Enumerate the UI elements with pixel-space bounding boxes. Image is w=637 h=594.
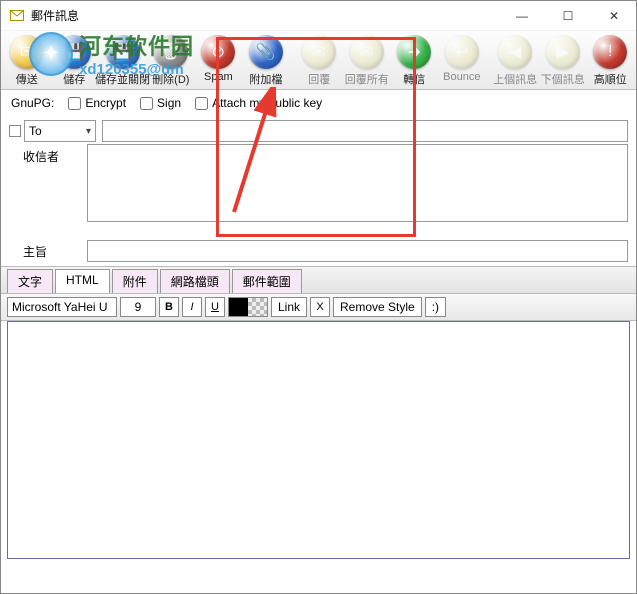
- addr-marker[interactable]: [9, 125, 21, 137]
- color-picker[interactable]: [228, 297, 268, 317]
- attach-icon: 📎: [249, 35, 283, 69]
- bounce-label: Bounce: [443, 71, 480, 83]
- bounce-button: ↩ Bounce: [439, 33, 485, 89]
- reply-label: 回覆: [308, 71, 330, 87]
- priority-button[interactable]: ! 高順位: [587, 33, 633, 89]
- compose-tabs: 文字 HTML 附件 網路檔頭 郵件範圍: [1, 266, 636, 294]
- subject-label: 主旨: [9, 243, 87, 260]
- prev-button: ◀ 上個訊息: [492, 33, 538, 89]
- sign-checkbox[interactable]: Sign: [140, 96, 181, 110]
- title-bar: 郵件訊息 — ☐ ✕: [1, 1, 636, 31]
- tab-attach[interactable]: 附件: [112, 269, 158, 293]
- gnupg-row: GnuPG: Encrypt Sign Attach my public key: [1, 90, 636, 116]
- next-button: ▶ 下個訊息: [540, 33, 586, 89]
- send-button[interactable]: ✉ 傳送: [4, 33, 50, 89]
- main-toolbar: ✉傳送💾儲存💾儲存並關閉🗑刪除(D)⊘Spam📎附加檔✉回覆✉回覆所有➜轉信↩B…: [1, 31, 636, 90]
- link-button[interactable]: Link: [271, 297, 307, 317]
- spam-button[interactable]: ⊘ Spam: [196, 33, 242, 89]
- saveclose-icon: 💾: [106, 35, 140, 69]
- next-label: 下個訊息: [541, 71, 585, 87]
- clear-link-button[interactable]: X: [310, 297, 330, 317]
- forward-label: 轉信: [403, 71, 425, 87]
- saveclose-button[interactable]: 💾儲存並關閉: [99, 33, 146, 89]
- font-selector[interactable]: Microsoft YaHei U: [7, 297, 117, 317]
- save-button[interactable]: 💾 儲存: [52, 33, 98, 89]
- replyall-label: 回覆所有: [345, 71, 389, 87]
- replyall-icon: ✉: [350, 35, 384, 69]
- mail-icon: [9, 8, 25, 24]
- saveclose-label: 儲存並關閉: [95, 71, 150, 87]
- tab-text[interactable]: 文字: [7, 269, 53, 293]
- close-button[interactable]: ✕: [600, 9, 628, 23]
- bounce-icon: ↩: [445, 35, 479, 69]
- delete-button[interactable]: 🗑 刪除(D): [148, 33, 194, 89]
- subject-input[interactable]: [87, 240, 628, 262]
- spam-icon: ⊘: [201, 35, 235, 69]
- tab-headers[interactable]: 網路檔頭: [160, 269, 230, 293]
- attach-label: 附加檔: [249, 71, 282, 87]
- save-icon: 💾: [57, 35, 91, 69]
- send-icon: ✉: [10, 35, 44, 69]
- chevron-down-icon: ▾: [86, 126, 91, 137]
- to-selector[interactable]: To ▾: [24, 120, 96, 142]
- attach-key-checkbox[interactable]: Attach my public key: [195, 96, 322, 110]
- delete-label: 刪除(D): [152, 71, 189, 87]
- html-editor[interactable]: [7, 321, 630, 559]
- save-label: 儲存: [63, 71, 85, 87]
- attach-button[interactable]: 📎 附加檔: [243, 33, 289, 89]
- reply-button: ✉ 回覆: [296, 33, 342, 89]
- prev-icon: ◀: [498, 35, 532, 69]
- recipients-label: 收信者: [9, 144, 87, 165]
- to-input[interactable]: [102, 120, 628, 142]
- underline-button[interactable]: U: [205, 297, 225, 317]
- delete-icon: 🗑: [154, 35, 188, 69]
- prev-label: 上個訊息: [493, 71, 537, 87]
- forward-icon: ➜: [397, 35, 431, 69]
- size-selector[interactable]: 9: [120, 297, 156, 317]
- format-toolbar: Microsoft YaHei U 9 B I U Link X Remove …: [1, 294, 636, 321]
- next-icon: ▶: [546, 35, 580, 69]
- send-label: 傳送: [16, 71, 38, 87]
- tab-template[interactable]: 郵件範圍: [232, 269, 302, 293]
- tab-html[interactable]: HTML: [55, 269, 110, 293]
- gnupg-label: GnuPG:: [11, 96, 54, 110]
- forward-button[interactable]: ➜ 轉信: [392, 33, 438, 89]
- address-area: To ▾ 收信者 主旨: [1, 116, 636, 266]
- replyall-button: ✉ 回覆所有: [344, 33, 390, 89]
- remove-style-button[interactable]: Remove Style: [333, 297, 422, 317]
- italic-button[interactable]: I: [182, 297, 202, 317]
- smiley-button[interactable]: :): [425, 297, 446, 317]
- spam-label: Spam: [204, 71, 233, 83]
- reply-icon: ✉: [302, 35, 336, 69]
- maximize-button[interactable]: ☐: [554, 9, 582, 23]
- recipients-box[interactable]: [87, 144, 628, 222]
- priority-icon: !: [593, 35, 627, 69]
- priority-label: 高順位: [594, 71, 627, 87]
- minimize-button[interactable]: —: [508, 9, 536, 23]
- bold-button[interactable]: B: [159, 297, 179, 317]
- window-title: 郵件訊息: [31, 7, 508, 24]
- encrypt-checkbox[interactable]: Encrypt: [68, 96, 126, 110]
